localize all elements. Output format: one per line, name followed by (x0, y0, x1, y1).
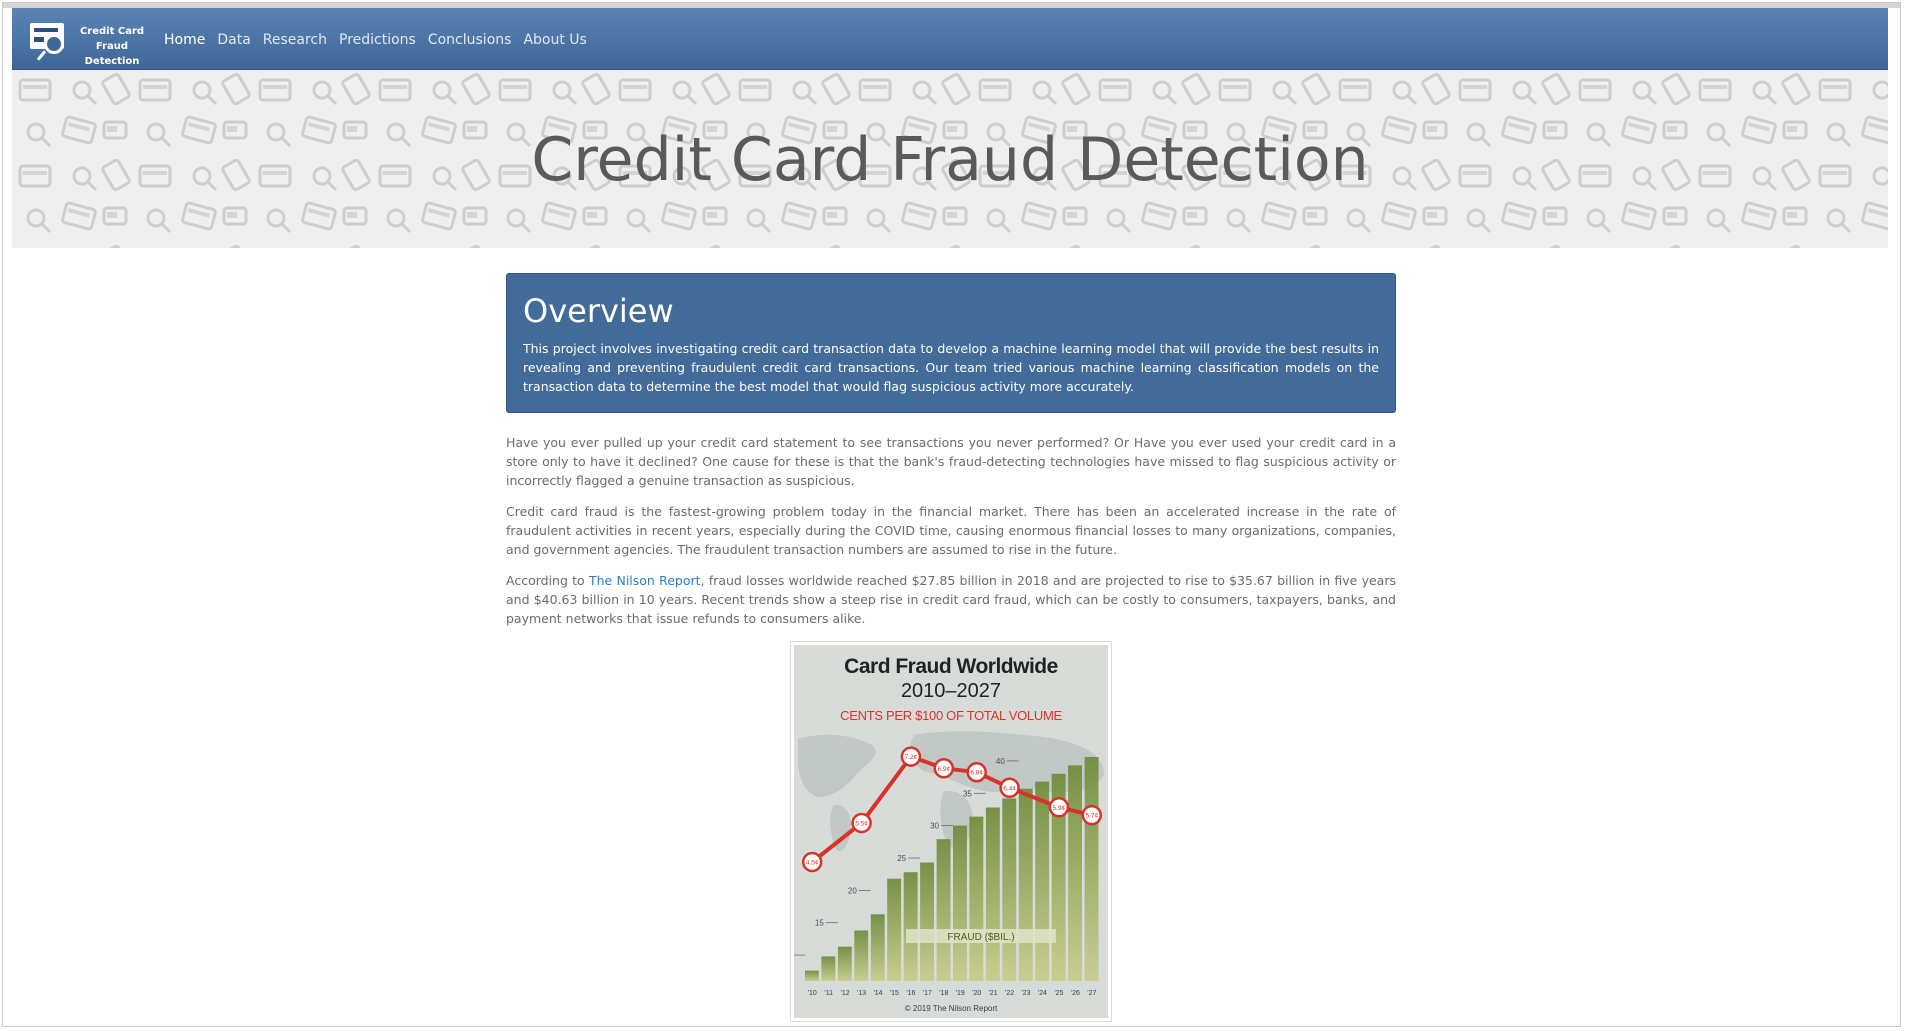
chart-x-tick-label: '21 (989, 990, 998, 997)
chart-fraud-point-label: 4.5¢ (806, 860, 819, 867)
chart-subtitle: 2010–2027 (900, 680, 1002, 702)
main-content: Overview This project involves investiga… (506, 273, 1396, 628)
nav-item-home[interactable]: Home (164, 31, 205, 49)
overview-panel: Overview This project involves investiga… (506, 273, 1396, 413)
nav-item-conclusions[interactable]: Conclusions (428, 31, 512, 49)
chart-x-tick-label: '23 (1021, 990, 1030, 997)
chart-fraud-point-label: 6.8¢ (970, 770, 983, 777)
fraud-growth-paragraph: Credit card fraud is the fastest-growing… (506, 504, 1396, 557)
nilson-text-before: According to (506, 573, 589, 588)
chart-bar (1068, 765, 1082, 981)
chart-bar (936, 839, 951, 981)
brand-logo-line1: Credit Card Fraud (79, 26, 145, 52)
chart-x-tick-label: '22 (1005, 990, 1014, 997)
chart-credit: © 2019 The Nilson Report (905, 1004, 998, 1013)
fraud-chart-figure: Card Fraud Worldwide 2010–2027 CENTS PER… (790, 641, 1112, 1022)
chart-x-tick-label: '16 (906, 990, 915, 997)
magnifier-handle (36, 50, 47, 61)
chart-x-tick-label: '10 (808, 990, 817, 997)
brand-logo-line2: Detection (84, 56, 140, 67)
chart-fraud-point-label: 6.9¢ (937, 766, 950, 773)
chart-bar (1084, 757, 1099, 981)
chart-y-tick-label: 40 (996, 757, 1005, 766)
chart-bar (1002, 798, 1017, 981)
chart-y-tick-label: 15 (815, 919, 824, 928)
chart-bar (837, 946, 852, 981)
chart-x-tick-label: '27 (1087, 990, 1096, 997)
chart-bar (1018, 788, 1033, 981)
chart-bar (1035, 781, 1050, 981)
chart-fraud-point-label: 5.7¢ (1085, 813, 1098, 820)
chart-y-tick-label: 35 (963, 789, 972, 798)
chart-x-tick-label: '13 (857, 990, 866, 997)
chart-bar (953, 825, 967, 981)
chart-x-tick-label: '24 (1038, 990, 1047, 997)
chart-y-tick-label: 30 (930, 822, 939, 831)
chart-x-tick-label: '17 (923, 990, 932, 997)
chart-title: Card Fraud Worldwide (844, 655, 1058, 678)
chart-x-tick-label: '20 (972, 990, 981, 997)
nilson-report-link[interactable]: The Nilson Report (589, 573, 701, 588)
chart-bar (887, 878, 902, 981)
chart-bar-label: FRAUD ($BIL.) (947, 932, 1014, 943)
nilson-paragraph: According to The Nilson Report, fraud lo… (506, 571, 1396, 628)
chart-fraud-point-label: 5.9¢ (1053, 805, 1066, 812)
hero-banner: Credit Card Fraud Detection (12, 70, 1888, 248)
intro-paragraph: Have you ever pulled up your credit card… (506, 435, 1396, 488)
chart-fraud-point-label: 6.4¢ (1003, 785, 1016, 792)
brand-logo-text: Credit Card Fraud Detection (68, 24, 156, 69)
magnifier-icon (44, 34, 64, 54)
overview-heading: Overview (523, 292, 674, 330)
chart-line-label: CENTS PER $100 OF TOTAL VOLUME (840, 708, 1062, 723)
chart-fraud-point-label: 5.5¢ (855, 821, 868, 828)
fraud-chart: Card Fraud Worldwide 2010–2027 CENTS PER… (794, 645, 1108, 1018)
chart-x-tick-label: '11 (824, 990, 833, 997)
chart-bar (805, 970, 819, 981)
overview-text: This project involves investigating cred… (523, 341, 1379, 394)
nav-item-predictions[interactable]: Predictions (339, 31, 416, 49)
chart-plot: 10152025303540FRAUD ($BIL.)'10'11'12'13'… (794, 731, 1104, 1013)
page-title: Credit Card Fraud Detection (531, 125, 1369, 195)
chart-x-tick-label: '25 (1054, 990, 1063, 997)
chart-y-tick-label: 25 (897, 854, 906, 863)
chart-y-tick-label: 20 (848, 886, 857, 895)
chart-x-tick-label: '12 (841, 990, 850, 997)
chart-x-tick-label: '14 (873, 990, 882, 997)
chart-bar (821, 956, 836, 981)
chart-fraud-point-label: 7.2¢ (905, 754, 918, 761)
nav-menu: Home Data Research Predictions Conclusio… (164, 31, 599, 49)
nav-item-data[interactable]: Data (217, 31, 250, 49)
chart-x-tick-label: '19 (956, 990, 965, 997)
chart-bar (920, 862, 934, 981)
chart-bar (969, 816, 984, 981)
nav-item-about-us[interactable]: About Us (523, 31, 586, 49)
chart-bar (854, 930, 869, 981)
brand-logo[interactable]: Credit Card Fraud Detection (30, 20, 152, 67)
chart-bar (985, 807, 1000, 981)
navbar: Credit Card Fraud Detection Home Data Re… (12, 8, 1888, 70)
chart-bar (870, 914, 885, 981)
chart-x-tick-label: '26 (1071, 990, 1080, 997)
chart-bar (903, 872, 918, 981)
chart-x-tick-label: '18 (939, 990, 948, 997)
chart-x-tick-label: '15 (890, 990, 899, 997)
nav-item-research[interactable]: Research (263, 31, 327, 49)
